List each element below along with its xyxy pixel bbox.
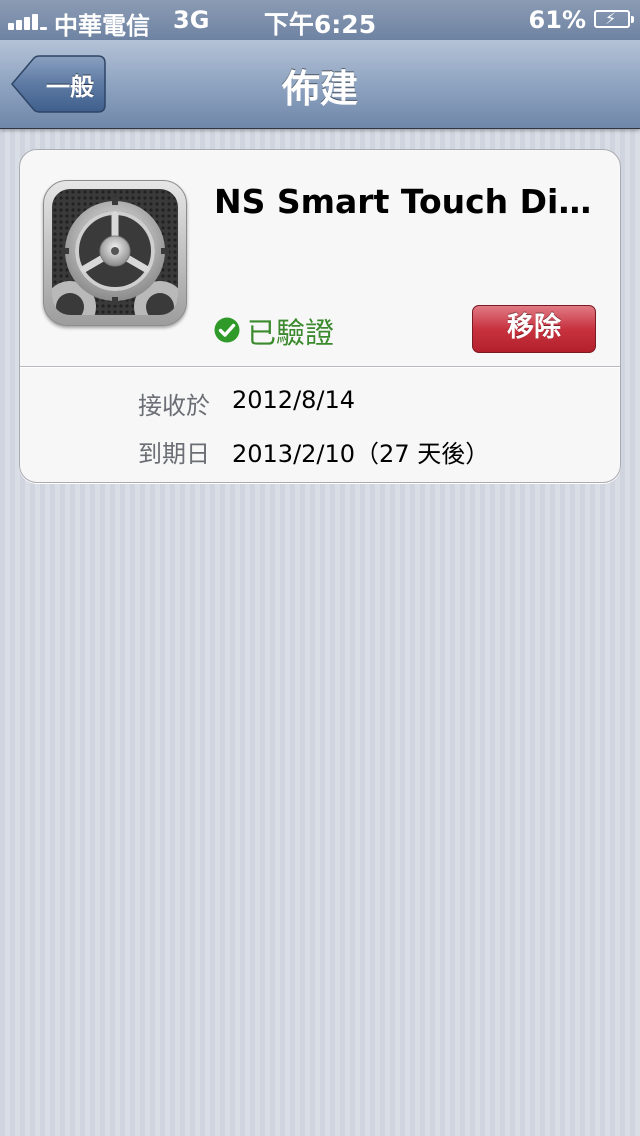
verified-status: 已驗證 xyxy=(247,316,335,350)
profile-card: NS Smart Touch Di… 已驗證 移除 接收於 2012/8/14 … xyxy=(19,149,621,483)
page-title: 佈建 xyxy=(281,67,358,111)
profile-name: NS Smart Touch Di… xyxy=(214,182,592,221)
received-label: 接收於 xyxy=(138,392,210,420)
verified-checkmark-icon xyxy=(214,317,240,343)
remove-button[interactable]: 移除 xyxy=(472,305,596,353)
expires-label: 到期日 xyxy=(138,440,210,468)
battery-charging-icon: ⚡ xyxy=(594,9,634,28)
gear-graphic xyxy=(52,197,178,315)
received-date: 2012/8/14 xyxy=(232,386,356,414)
expires-date: 2013/2/10（27 天後） xyxy=(232,440,490,468)
status-bar: 中華電信 3G 下午6:25 61% ⚡ xyxy=(0,0,640,40)
navigation-bar: 一般 佈建 xyxy=(0,40,640,129)
card-divider xyxy=(20,366,620,367)
settings-gear-icon xyxy=(43,180,187,326)
battery-percent: 61% xyxy=(528,6,586,34)
